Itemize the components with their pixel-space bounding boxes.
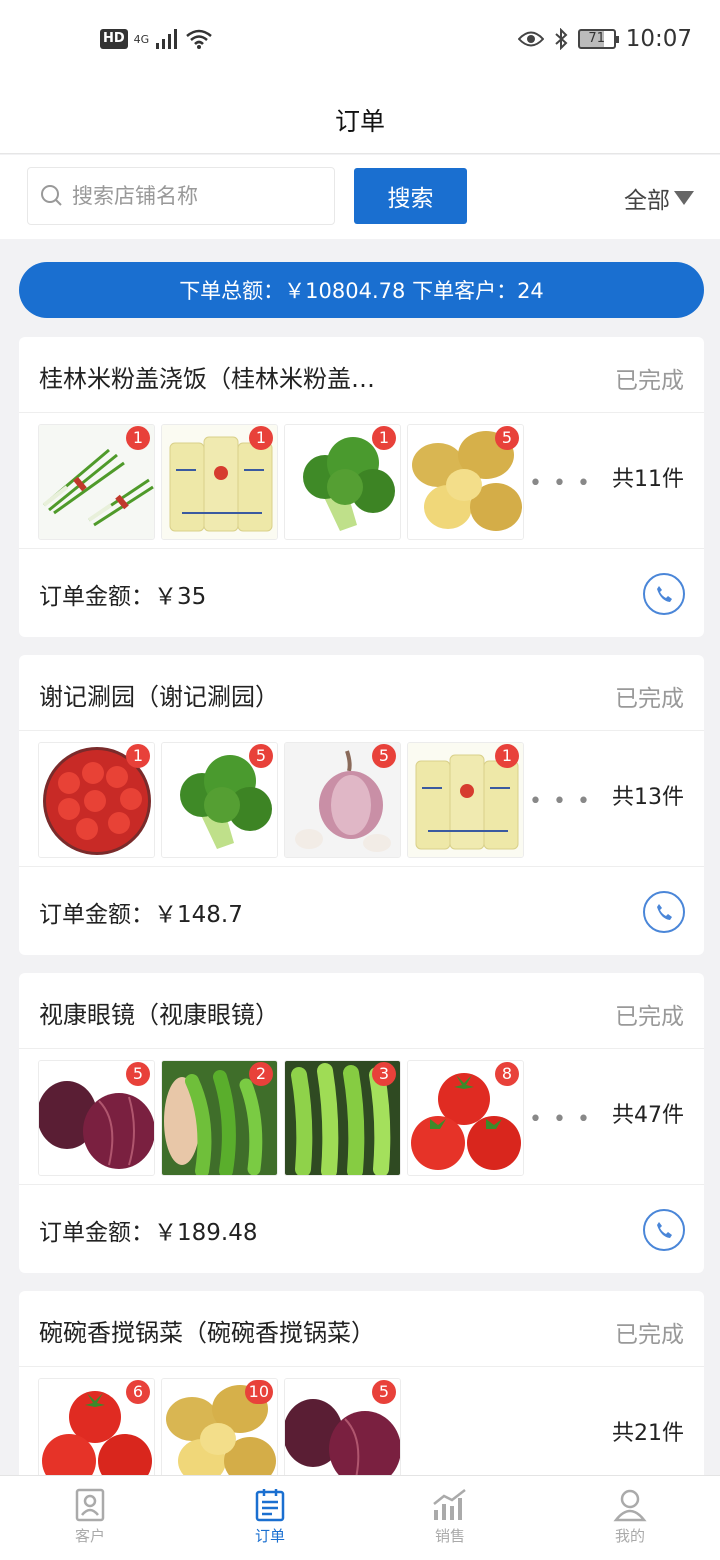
clock: 10:07	[625, 26, 692, 52]
item-count: 共21件	[612, 1421, 684, 1446]
search-icon	[41, 185, 62, 206]
order-items: 5 2 3 8 • • • 共47件	[19, 1049, 704, 1185]
more-items-indicator: • • •	[529, 789, 592, 814]
quantity-badge: 8	[495, 1062, 519, 1086]
phone-icon[interactable]	[643, 1209, 685, 1251]
order-summary-banner: 下单总额：￥10804.78 下单客户：24	[19, 262, 704, 318]
shop-name: 谢记涮园（谢记涮园）	[39, 683, 279, 711]
tab-label: 销售	[434, 1527, 465, 1545]
wifi-icon	[186, 29, 213, 49]
order-icon	[255, 1489, 285, 1522]
order-status: 已完成	[615, 686, 684, 712]
item-count: 共11件	[612, 467, 684, 492]
product-thumbnail: 5	[407, 424, 524, 540]
product-thumbnail: 1	[284, 424, 401, 540]
order-items: 1 5 5 1 • • • 共13件	[19, 731, 704, 867]
product-thumbnail: 6	[38, 1378, 155, 1475]
quantity-badge: 1	[126, 426, 150, 450]
order-card[interactable]: 碗碗香搅锅菜（碗碗香搅锅菜） 已完成 6 10 5 共21件	[19, 1291, 704, 1475]
order-card[interactable]: 桂林米粉盖浇饭（桂林米粉盖… 已完成 1 1 1 5 • • • 共11件 订单…	[19, 337, 704, 637]
tab-customers[interactable]: 客户	[0, 1476, 180, 1560]
quantity-badge: 5	[495, 426, 519, 450]
order-status: 已完成	[615, 1004, 684, 1030]
quantity-badge: 5	[126, 1062, 150, 1086]
order-amount: 订单金额：￥35	[39, 584, 207, 610]
quantity-badge: 5	[372, 1380, 396, 1404]
product-thumbnail: 5	[38, 1060, 155, 1176]
order-amount: 订单金额：￥189.48	[39, 1220, 258, 1246]
tab-orders[interactable]: 订单	[180, 1476, 360, 1560]
product-thumbnail: 3	[284, 1060, 401, 1176]
page-title: 订单	[0, 84, 720, 154]
product-thumbnail: 1	[407, 742, 524, 858]
order-amount: 订单金额：￥148.7	[39, 902, 243, 928]
quantity-badge: 1	[372, 426, 396, 450]
tab-label: 我的	[614, 1527, 645, 1545]
quantity-badge: 2	[249, 1062, 273, 1086]
quantity-badge: 6	[126, 1380, 150, 1404]
chevron-down-icon	[674, 191, 694, 205]
product-thumbnail: 1	[38, 424, 155, 540]
signal-icon	[156, 29, 178, 49]
item-count: 共13件	[612, 785, 684, 810]
quantity-badge: 5	[372, 744, 396, 768]
tab-sales[interactable]: 销售	[360, 1476, 540, 1560]
quantity-badge: 1	[249, 426, 273, 450]
more-items-indicator: • • •	[529, 1107, 592, 1132]
tab-label: 订单	[254, 1527, 285, 1545]
profile-icon	[613, 1489, 647, 1522]
quantity-badge: 1	[495, 744, 519, 768]
customer-icon	[75, 1488, 105, 1522]
order-status: 已完成	[615, 1322, 684, 1348]
search-box[interactable]	[27, 167, 335, 225]
battery-icon: 71	[577, 29, 619, 49]
tab-profile[interactable]: 我的	[540, 1476, 720, 1560]
product-thumbnail: 2	[161, 1060, 278, 1176]
phone-icon[interactable]	[643, 891, 685, 933]
shop-name: 桂林米粉盖浇饭（桂林米粉盖…	[39, 365, 375, 393]
phone-icon[interactable]	[643, 573, 685, 615]
order-card[interactable]: 谢记涮园（谢记涮园） 已完成 1 5 5 1 • • • 共13件 订单金额：￥…	[19, 655, 704, 955]
status-filter-dropdown[interactable]: 全部	[624, 181, 694, 215]
shop-name: 碗碗香搅锅菜（碗碗香搅锅菜）	[39, 1319, 375, 1347]
order-status: 已完成	[615, 368, 684, 394]
quantity-badge: 1	[126, 744, 150, 768]
eye-icon	[517, 31, 544, 47]
quantity-badge: 5	[249, 744, 273, 768]
quantity-badge: 3	[372, 1062, 396, 1086]
product-thumbnail: 5	[284, 742, 401, 858]
order-items: 6 10 5 共21件	[19, 1367, 704, 1475]
search-button[interactable]: 搜索	[354, 168, 467, 224]
product-thumbnail: 5	[161, 742, 278, 858]
order-items: 1 1 1 5 • • • 共11件	[19, 413, 704, 549]
bluetooth-icon	[555, 28, 568, 50]
more-items-indicator: • • •	[529, 471, 592, 496]
tab-label: 客户	[74, 1527, 105, 1545]
hd-icon: HD	[100, 29, 128, 49]
search-input[interactable]	[72, 178, 328, 214]
status-bar: HD 4G 71 10:07	[0, 0, 720, 84]
product-thumbnail: 10	[161, 1378, 278, 1475]
search-bar: 搜索 全部	[0, 155, 720, 239]
item-count: 共47件	[612, 1103, 684, 1128]
filter-label: 全部	[624, 188, 670, 214]
quantity-badge: 10	[244, 1380, 273, 1404]
bottom-tab-bar: 客户 订单 销售 我的	[0, 1475, 720, 1560]
product-thumbnail: 5	[284, 1378, 401, 1475]
shop-name: 视康眼镜（视康眼镜）	[39, 1001, 279, 1029]
product-thumbnail: 8	[407, 1060, 524, 1176]
product-thumbnail: 1	[161, 424, 278, 540]
order-card[interactable]: 视康眼镜（视康眼镜） 已完成 5 2 3 8 • • • 共47件 订单金额：￥…	[19, 973, 704, 1273]
sales-chart-icon	[433, 1489, 466, 1520]
network-type: 4G	[133, 32, 150, 46]
product-thumbnail: 1	[38, 742, 155, 858]
